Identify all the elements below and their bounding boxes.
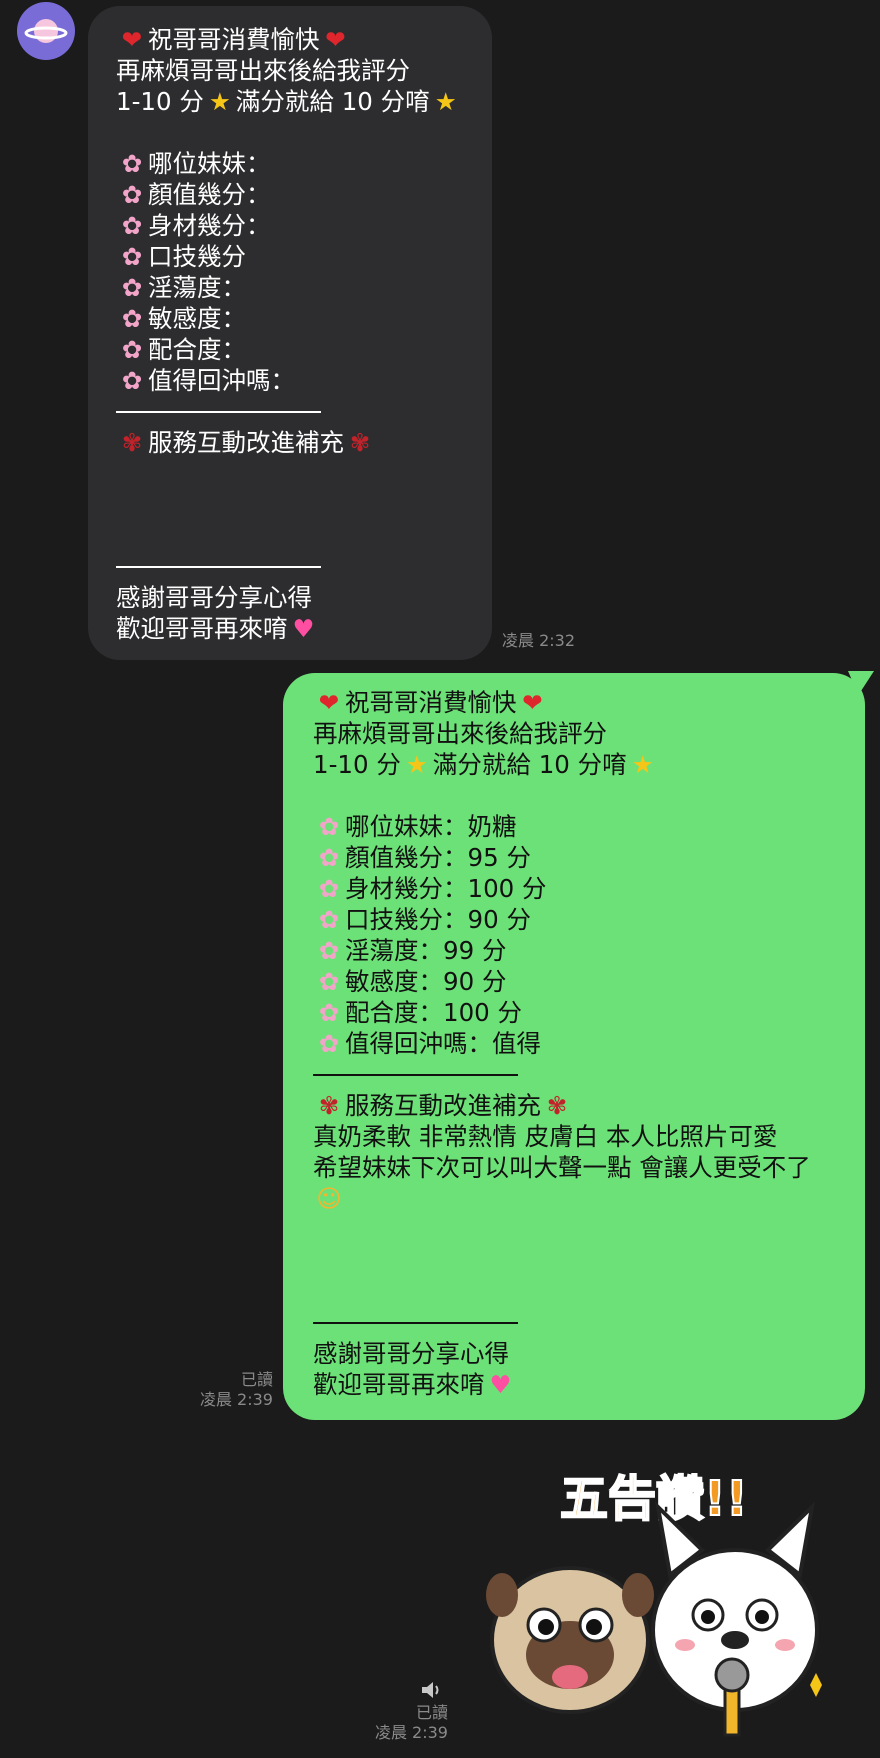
rating-item: 顏值幾分：95 分 [345, 843, 531, 872]
message-timestamp: 凌晨 2:39 [199, 1390, 273, 1409]
rose-icon: ✾ [546, 1091, 568, 1120]
message-text: 滿分就給 10 分唷 [235, 87, 430, 116]
star-icon: ★ [405, 750, 428, 779]
rating-item: 值得回沖嗎：值得 [345, 1029, 541, 1058]
section-title: 服務互動改進補充 [148, 428, 344, 457]
heart-icon: ❤ [522, 688, 543, 717]
flower-icon: ✿ [318, 843, 340, 872]
flower-icon: ✿ [318, 998, 340, 1027]
rating-item: 顏值幾分： [148, 180, 271, 209]
rating-item: 敏感度： [148, 304, 246, 333]
rating-item: 值得回沖嗎： [148, 366, 295, 395]
flower-icon: ✿ [121, 211, 143, 240]
message-text: 祝哥哥消費愉快 [345, 688, 517, 717]
rating-item: 淫蕩度：99 分 [345, 936, 507, 965]
heart-icon: ❤ [325, 25, 346, 54]
message-text: 希望妹妹下次可以叫大聲一點 會讓人更受不了 [313, 1153, 811, 1182]
heart-icon: ❤ [121, 25, 143, 54]
message-text: 真奶柔軟 非常熱情 皮膚白 本人比照片可愛 [313, 1122, 778, 1151]
rose-icon: ✾ [349, 428, 371, 457]
flower-icon: ✿ [318, 1029, 340, 1058]
outgoing-message-bubble[interactable]: ❤ 祝哥哥消費愉快 ❤ 再麻煩哥哥出來後給我評分 1-10 分 ★ 滿分就給 10 分唷… [283, 671, 874, 1420]
message-text: 再麻煩哥哥出來後給我評分 [116, 56, 410, 85]
planet-icon [24, 19, 68, 43]
read-label: 已讀 [415, 1703, 448, 1722]
sticker-caption: 五告讚!! [560, 1471, 748, 1527]
star-icon: ★ [434, 87, 457, 116]
flower-icon: ✿ [121, 242, 143, 271]
flower-icon: ✿ [121, 149, 143, 178]
flower-icon: ✿ [318, 812, 340, 841]
rating-item: 哪位妹妹：奶糖 [345, 812, 517, 841]
read-label: 已讀 [240, 1370, 273, 1389]
message-text: 歡迎哥哥再來唷 [313, 1370, 485, 1399]
flower-icon: ✿ [121, 304, 143, 333]
pug-and-bulldog-sticker: 五告讚!! [486, 1470, 822, 1737]
message-text: 1-10 分 [116, 87, 204, 116]
flower-icon: ✿ [318, 874, 340, 903]
message-timestamp: 凌晨 2:32 [502, 631, 576, 650]
rating-item: 敏感度：90 分 [345, 967, 507, 996]
rating-item: 配合度：100 分 [345, 998, 523, 1027]
flower-icon: ✿ [121, 180, 143, 209]
divider [313, 1307, 855, 1338]
message-text: 滿分就給 10 分唷 [432, 750, 627, 779]
rose-icon: ✾ [318, 1091, 340, 1120]
divider [116, 396, 482, 427]
message-text: 1-10 分 [313, 750, 401, 779]
message-text: 感謝哥哥分享心得 [116, 583, 312, 612]
sticker-message[interactable]: 五告讚!! [480, 1455, 840, 1745]
divider [116, 551, 482, 582]
message-text: 感謝哥哥分享心得 [313, 1339, 509, 1368]
rating-item: 口技幾分 [148, 242, 246, 271]
rating-item: 身材幾分：100 分 [345, 874, 547, 903]
speaker-icon[interactable] [420, 1679, 444, 1706]
divider [313, 1059, 855, 1090]
rose-icon: ✾ [121, 428, 143, 457]
two-hearts-icon: ♥ [292, 614, 315, 643]
rating-item: 哪位妹妹： [148, 149, 271, 178]
incoming-message-bubble[interactable]: ❤ 祝哥哥消費愉快 ❤ 再麻煩哥哥出來後給我評分 1-10 分 ★ 滿分就給 10 分唷… [88, 6, 492, 660]
message-text: 再麻煩哥哥出來後給我評分 [313, 719, 607, 748]
flower-icon: ✿ [121, 335, 143, 364]
message-text: 祝哥哥消費愉快 [148, 25, 320, 54]
section-title: 服務互動改進補充 [345, 1091, 541, 1120]
message-text: 歡迎哥哥再來唷 [116, 614, 288, 643]
rating-item: 身材幾分： [148, 211, 271, 240]
flower-icon: ✿ [318, 967, 340, 996]
two-hearts-icon: ♥ [489, 1370, 512, 1399]
star-icon: ★ [208, 87, 231, 116]
laughing-face-icon: ☺ [316, 1184, 342, 1213]
sticker-read-receipt: 已讀 凌晨 2:39 [360, 1703, 448, 1743]
message-timestamp: 凌晨 2:39 [374, 1723, 448, 1742]
flower-icon: ✿ [318, 905, 340, 934]
rating-item: 配合度： [148, 335, 246, 364]
flower-icon: ✿ [121, 366, 143, 395]
rating-item: 口技幾分：90 分 [345, 905, 531, 934]
flower-icon: ✿ [318, 936, 340, 965]
contact-avatar[interactable] [17, 2, 75, 60]
star-icon: ★ [631, 750, 654, 779]
heart-icon: ❤ [318, 688, 340, 717]
flower-icon: ✿ [121, 273, 143, 302]
read-receipt: 已讀 凌晨 2:39 [195, 1370, 273, 1410]
rating-item: 淫蕩度： [148, 273, 246, 302]
